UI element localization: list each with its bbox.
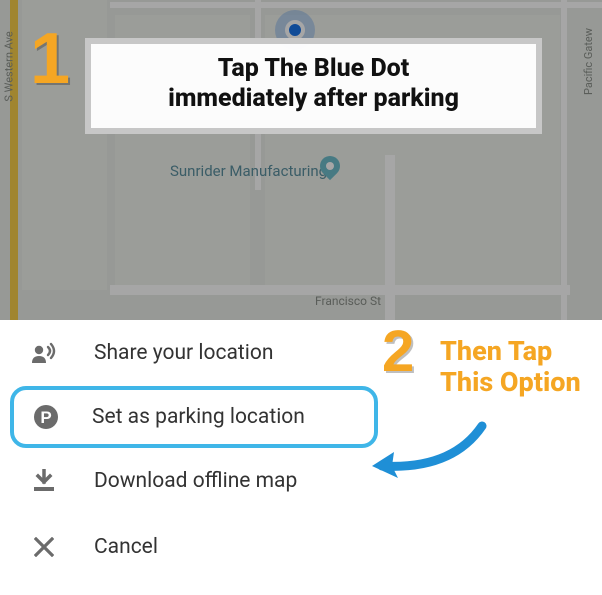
annotation-text: This Option (440, 367, 581, 398)
poi-label[interactable]: Sunrider Manufacturing (170, 162, 327, 180)
parking-icon: P (32, 404, 60, 430)
share-location-icon (30, 342, 58, 364)
annotation-step-2: 2 (382, 318, 414, 385)
map-road (110, 2, 602, 8)
street-label: S Western Ave (3, 31, 16, 101)
annotation-text: immediately after parking (105, 84, 522, 114)
download-icon (30, 469, 58, 493)
map-road (385, 155, 395, 320)
annotation-text: Tap The Blue Dot (105, 54, 522, 84)
cancel-option[interactable]: Cancel (0, 514, 602, 580)
download-offline-map-option[interactable]: Download offline map (0, 448, 602, 514)
map-road (561, 0, 567, 320)
option-label: Cancel (94, 535, 158, 559)
current-location-dot[interactable] (285, 20, 305, 40)
close-icon (30, 537, 58, 557)
annotation-text: Then Tap (440, 336, 581, 367)
option-label: Download offline map (94, 469, 297, 493)
annotation-callout-1: Tap The Blue Dot immediately after parki… (85, 38, 542, 134)
annotation-step-1: 1 (30, 18, 70, 100)
street-label: Pacific Gatew (582, 28, 595, 95)
annotation-callout-2: Then Tap This Option (440, 336, 581, 398)
option-label: Share your location (94, 341, 273, 365)
annotation-arrow-icon (362, 418, 492, 488)
set-parking-location-option[interactable]: P Set as parking location (10, 386, 378, 448)
street-label: Francisco St (315, 294, 381, 308)
svg-text:P: P (40, 408, 51, 427)
option-label: Set as parking location (92, 405, 305, 429)
